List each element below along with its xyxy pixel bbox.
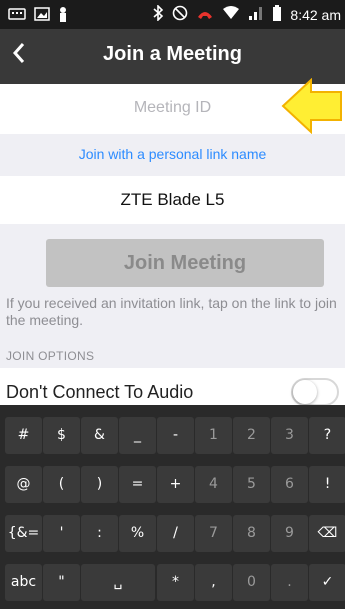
key[interactable]: abc <box>5 564 42 601</box>
key[interactable]: = <box>119 466 156 503</box>
join-options-heading: JOIN OPTIONS <box>6 349 95 363</box>
arrow-annotation-icon <box>281 78 342 134</box>
key[interactable]: 5 <box>233 466 270 503</box>
key[interactable]: , <box>195 564 232 601</box>
key[interactable]: 1 <box>195 417 232 454</box>
key[interactable]: " <box>43 564 80 601</box>
key[interactable]: * <box>157 564 194 601</box>
signal-icon <box>248 6 264 23</box>
key[interactable]: 9 <box>271 515 308 552</box>
key[interactable]: @ <box>5 466 42 503</box>
call-icon <box>196 5 214 24</box>
key[interactable]: ( <box>43 466 80 503</box>
key[interactable]: 4 <box>195 466 232 503</box>
key[interactable]: & <box>81 417 118 454</box>
wifi-icon <box>222 6 240 23</box>
key[interactable]: . <box>271 564 308 601</box>
do-not-disturb-icon <box>172 5 188 24</box>
toggle-knob <box>293 380 317 404</box>
key[interactable]: ✓ <box>309 564 345 601</box>
image-icon <box>34 6 50 27</box>
key[interactable]: {&= <box>5 515 42 552</box>
personal-link-name-link[interactable]: Join with a personal link name <box>0 146 345 162</box>
key[interactable]: : <box>81 515 118 552</box>
key[interactable]: 3 <box>271 417 308 454</box>
key[interactable]: ␣ <box>81 564 155 601</box>
bluetooth-icon <box>152 4 164 24</box>
key[interactable]: _ <box>119 417 156 454</box>
header-bar: Join a Meeting <box>0 29 345 84</box>
key[interactable]: 7 <box>195 515 232 552</box>
dont-connect-audio-label: Don't Connect To Audio <box>6 382 194 402</box>
key[interactable]: 2 <box>233 417 270 454</box>
dont-connect-audio-toggle[interactable] <box>291 378 339 406</box>
display-name-field[interactable]: ZTE Blade L5 <box>0 176 345 224</box>
status-time: 8:42 am <box>290 6 341 23</box>
key[interactable]: + <box>157 466 194 503</box>
display-name-value: ZTE Blade L5 <box>120 190 225 209</box>
key[interactable]: $ <box>43 417 80 454</box>
join-meeting-button[interactable]: Join Meeting <box>46 239 324 287</box>
key[interactable]: - <box>157 417 194 454</box>
key[interactable]: ' <box>43 515 80 552</box>
key[interactable]: % <box>119 515 156 552</box>
status-bar: 8:42 am <box>0 0 345 29</box>
key[interactable]: 6 <box>271 466 308 503</box>
key[interactable]: 8 <box>233 515 270 552</box>
key[interactable]: ) <box>81 466 118 503</box>
key[interactable]: ! <box>309 466 345 503</box>
key[interactable]: # <box>5 417 42 454</box>
key[interactable]: 0 <box>233 564 270 601</box>
battery-icon <box>272 5 282 24</box>
numeric-symbol-keyboard: # $ & _ -1 2 3? @() = +4 5 6! {&= ':%/7 8 9 ⌫ abc " ␣ *, 0. ✓ <box>0 405 345 609</box>
key[interactable]: ⌫ <box>309 515 345 552</box>
keyboard-icon <box>8 6 26 27</box>
key[interactable]: ? <box>309 417 345 454</box>
key[interactable]: / <box>157 515 194 552</box>
invitation-hint: If you received an invitation link, tap … <box>6 295 337 328</box>
person-icon <box>58 6 68 27</box>
page-title: Join a Meeting <box>103 43 242 65</box>
